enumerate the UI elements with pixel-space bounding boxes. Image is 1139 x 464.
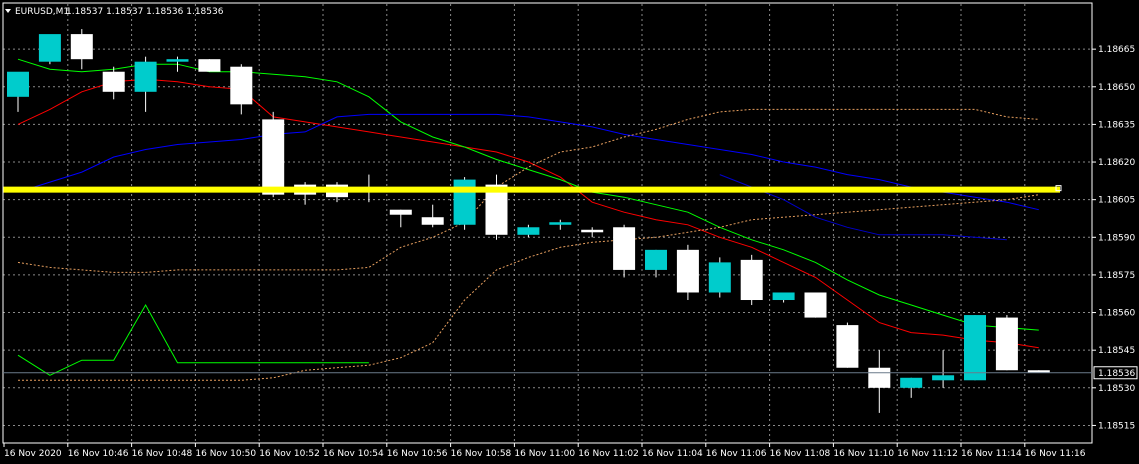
time-tick-label: 16 Nov 11:04 xyxy=(642,449,703,459)
price-tick-label: 1.18515 xyxy=(1098,421,1135,431)
price-tick-label: 1.18560 xyxy=(1098,309,1135,319)
candle-body[interactable] xyxy=(613,227,636,270)
level-line-bar[interactable] xyxy=(3,186,1060,193)
candle-body[interactable] xyxy=(804,292,827,318)
ohlc-readout: 1.18537 1.18537 1.18536 1.18536 xyxy=(66,7,224,17)
time-tick-label: 16 Nov 2020 xyxy=(4,449,62,459)
time-tick-label: 16 Nov 10:54 xyxy=(323,449,384,459)
time-tick-label: 16 Nov 11:14 xyxy=(961,449,1022,459)
current-price-label: 1.18536 xyxy=(1098,369,1135,379)
candle-body[interactable] xyxy=(676,249,699,293)
candle-body[interactable] xyxy=(549,222,572,225)
price-tick-label: 1.18590 xyxy=(1098,233,1135,243)
candle-body[interactable] xyxy=(772,292,795,301)
time-tick-label: 16 Nov 10:48 xyxy=(132,449,193,459)
candle-body[interactable] xyxy=(581,229,604,233)
price-tick-label: 1.18575 xyxy=(1098,271,1135,281)
candle-body[interactable] xyxy=(134,61,157,92)
time-tick-label: 16 Nov 11:16 xyxy=(1025,449,1086,459)
chevron-down-icon[interactable] xyxy=(5,9,11,13)
price-tick-label: 1.18530 xyxy=(1098,384,1135,394)
price-tick-label: 1.18650 xyxy=(1098,83,1135,93)
axes: 1.18665 1.18650 1.18635 1.18620 1.18605 1.185… xyxy=(2,2,1138,459)
time-tick-label: 16 Nov 11:12 xyxy=(897,449,958,459)
price-chart[interactable]: 1.18665 1.18650 1.18635 1.18620 1.18605 1.185… xyxy=(0,0,1139,464)
candle-body[interactable] xyxy=(964,315,986,381)
candle-body[interactable] xyxy=(7,71,29,97)
symbol-label: EURUSD,M1 xyxy=(15,7,69,17)
plot-frame xyxy=(2,2,1093,444)
candle-body[interactable] xyxy=(708,262,731,293)
candle-body[interactable] xyxy=(517,227,540,235)
time-tick-label: 16 Nov 10:50 xyxy=(195,449,256,459)
candle-body[interactable] xyxy=(868,367,891,388)
candle-body[interactable] xyxy=(262,119,285,195)
price-tick-label: 1.18605 xyxy=(1098,196,1135,206)
time-tick-label: 16 Nov 10:52 xyxy=(259,449,320,459)
time-tick-label: 16 Nov 10:56 xyxy=(387,449,448,459)
indicator-lines xyxy=(17,58,1039,381)
time-tick-label: 16 Nov 10:58 xyxy=(451,449,512,459)
candle-body[interactable] xyxy=(389,209,412,215)
candle-body[interactable] xyxy=(70,34,93,60)
indicator-line xyxy=(719,174,1007,241)
candle-body[interactable] xyxy=(900,377,923,388)
indicator-line xyxy=(17,303,369,376)
price-tick-label: 1.18620 xyxy=(1098,158,1135,168)
candle-body[interactable] xyxy=(230,66,253,105)
level-line[interactable] xyxy=(3,185,1062,193)
time-tick-label: 16 Nov 10:46 xyxy=(68,449,129,459)
candle-body[interactable] xyxy=(166,59,189,62)
time-tick-label: 16 Nov 11:02 xyxy=(578,449,639,459)
indicator-line xyxy=(18,194,1039,381)
candle-body[interactable] xyxy=(453,179,476,225)
price-tick-label: 1.18635 xyxy=(1098,120,1135,130)
candle-body[interactable] xyxy=(198,59,221,72)
indicator-line xyxy=(17,58,1039,331)
candle-body[interactable] xyxy=(995,317,1018,371)
candle-body[interactable] xyxy=(38,34,61,62)
candle-body[interactable] xyxy=(740,259,763,301)
candle-body[interactable] xyxy=(836,325,859,368)
chart-grid xyxy=(3,4,1092,443)
time-tick-label: 16 Nov 11:00 xyxy=(514,449,575,459)
candle-body[interactable] xyxy=(932,375,955,381)
indicator-line xyxy=(17,78,1039,349)
time-tick-label: 16 Nov 11:10 xyxy=(833,449,894,459)
candle-body[interactable] xyxy=(102,71,125,92)
time-tick-label: 16 Nov 11:06 xyxy=(706,449,767,459)
price-tick-label: 1.18545 xyxy=(1098,346,1135,356)
candle-body[interactable] xyxy=(421,217,444,225)
candle-body[interactable] xyxy=(645,249,667,270)
time-tick-label: 16 Nov 11:08 xyxy=(770,449,831,459)
price-tick-label: 1.18665 xyxy=(1098,45,1135,55)
